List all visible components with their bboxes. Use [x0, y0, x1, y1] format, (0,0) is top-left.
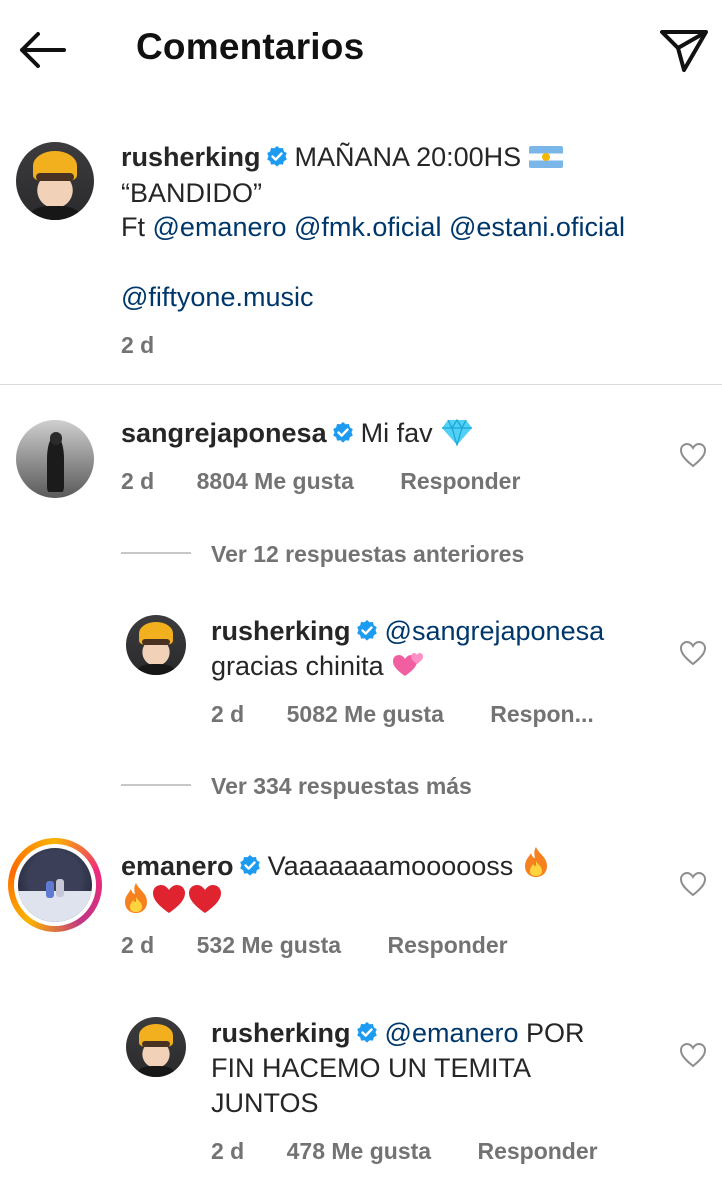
comment-meta: 2 d 8804 Me gusta Responder	[121, 468, 520, 495]
heart-outline-icon[interactable]	[679, 640, 707, 666]
verified-badge-icon	[239, 855, 260, 876]
caption-time: 2 d	[121, 332, 154, 359]
caption-line-4: @fiftyone.music	[121, 280, 313, 315]
avatar[interactable]	[126, 615, 186, 675]
header-bar: Comentarios	[0, 0, 722, 100]
view-more-replies[interactable]: Ver 334 respuestas más	[211, 773, 472, 800]
reply-username[interactable]: rusherking	[211, 1018, 351, 1048]
argentina-flag-icon	[529, 146, 564, 168]
mention-link[interactable]: @sangrejaponesa	[385, 616, 605, 646]
reply-username[interactable]: rusherking	[211, 616, 351, 646]
avatar[interactable]	[16, 142, 94, 220]
reply-button[interactable]: Respon...	[490, 701, 594, 727]
like-count[interactable]: 532 Me gusta	[197, 932, 341, 958]
timestamp: 2 d	[121, 468, 155, 494]
reply-button[interactable]: Responder	[387, 932, 507, 958]
red-heart-emoji-icon	[189, 885, 221, 913]
fire-emoji-icon	[125, 883, 147, 913]
mention-link[interactable]: @emanero	[153, 212, 287, 242]
caption-line-1: rusherking MAÑANA 20:00HS	[121, 140, 564, 175]
comment-text: emanero Vaaaaaaamoooooss	[121, 845, 551, 884]
divider	[0, 384, 722, 385]
red-heart-emoji-icon	[153, 885, 185, 913]
avatar	[18, 848, 92, 922]
reply-text-line-2: gracias chinita	[211, 649, 427, 684]
mention-link[interactable]: @fmk.oficial	[294, 212, 441, 242]
comment-emoji-line	[121, 881, 223, 920]
reply-body: POR	[526, 1018, 585, 1048]
reply-text-line-1: rusherking @emanero POR	[211, 1016, 585, 1051]
comment-username[interactable]: sangrejaponesa	[121, 418, 327, 448]
paper-plane-icon[interactable]	[656, 24, 712, 74]
reply-button[interactable]: Responder	[400, 468, 520, 494]
like-count[interactable]: 8804 Me gusta	[197, 468, 354, 494]
avatar[interactable]	[126, 1017, 186, 1077]
like-count[interactable]: 478 Me gusta	[287, 1138, 431, 1164]
caption-line-2: “BANDIDO”	[121, 178, 262, 208]
comment-meta: 2 d 532 Me gusta Responder	[121, 932, 508, 959]
verified-badge-icon	[356, 1022, 377, 1043]
back-arrow-icon[interactable]	[14, 28, 70, 72]
heart-outline-icon[interactable]	[679, 1042, 707, 1068]
mention-link[interactable]: @fiftyone.music	[121, 282, 313, 312]
caption-line-3: Ft @emanero @fmk.oficial @estani.oficial	[121, 210, 625, 245]
verified-badge-icon	[332, 422, 353, 443]
thread-line	[121, 784, 191, 786]
reply-meta: 2 d 5082 Me gusta Respon...	[211, 701, 594, 728]
caption-line-1-text: MAÑANA 20:00HS	[294, 142, 522, 172]
like-count[interactable]: 5082 Me gusta	[287, 701, 444, 727]
reply-text-line-1: rusherking @sangrejaponesa	[211, 614, 604, 649]
view-previous-replies[interactable]: Ver 12 respuestas anteriores	[211, 541, 524, 568]
comment-text: sangrejaponesa Mi fav	[121, 416, 474, 451]
heart-outline-icon[interactable]	[679, 442, 707, 468]
reply-meta: 2 d 478 Me gusta Responder	[211, 1138, 598, 1165]
timestamp: 2 d	[211, 1138, 245, 1164]
fire-emoji-icon	[524, 847, 547, 877]
timestamp: 2 d	[211, 701, 245, 727]
timestamp: 2 d	[121, 932, 155, 958]
timestamp: 2 d	[121, 332, 155, 358]
page-title: Comentarios	[136, 26, 365, 67]
avatar[interactable]	[16, 420, 94, 498]
reply-text-line-2: FIN HACEMO UN TEMITA	[211, 1053, 532, 1083]
caption-username[interactable]: rusherking	[121, 142, 261, 172]
gem-emoji-icon	[442, 418, 473, 446]
avatar-story-ring[interactable]	[8, 838, 102, 932]
thread-line	[121, 552, 191, 554]
heart-outline-icon[interactable]	[679, 871, 707, 897]
two-hearts-emoji-icon	[393, 653, 424, 676]
comment-body: Vaaaaaaamoooooss	[267, 851, 514, 881]
reply-text-line-3: JUNTOS	[211, 1088, 319, 1118]
mention-link[interactable]: @estani.oficial	[449, 212, 625, 242]
verified-badge-icon	[266, 146, 287, 167]
comment-body: Mi fav	[360, 418, 433, 448]
verified-badge-icon	[356, 620, 377, 641]
reply-body: gracias chinita	[211, 651, 384, 681]
reply-button[interactable]: Responder	[477, 1138, 597, 1164]
comment-username[interactable]: emanero	[121, 851, 234, 881]
caption-ft: Ft	[121, 212, 145, 242]
mention-link[interactable]: @emanero	[385, 1018, 519, 1048]
